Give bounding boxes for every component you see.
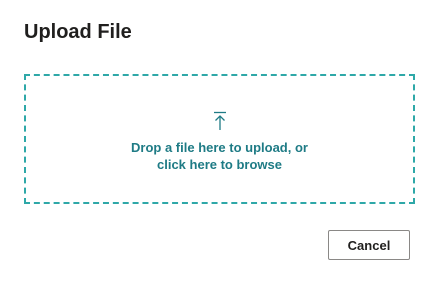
- upload-arrow-icon: [213, 111, 227, 131]
- dialog-title: Upload File: [24, 21, 132, 43]
- drop-instructions-line-1: Drop a file here to upload, or: [131, 140, 308, 155]
- cancel-button[interactable]: Cancel: [328, 230, 410, 260]
- drop-instructions[interactable]: Drop a file here to upload, or click her…: [131, 139, 308, 173]
- upload-file-dialog: Upload File Drop a file here to upload, …: [0, 0, 437, 284]
- drop-instructions-line-2: click here to browse: [157, 157, 282, 172]
- file-drop-zone[interactable]: Drop a file here to upload, or click her…: [24, 74, 415, 204]
